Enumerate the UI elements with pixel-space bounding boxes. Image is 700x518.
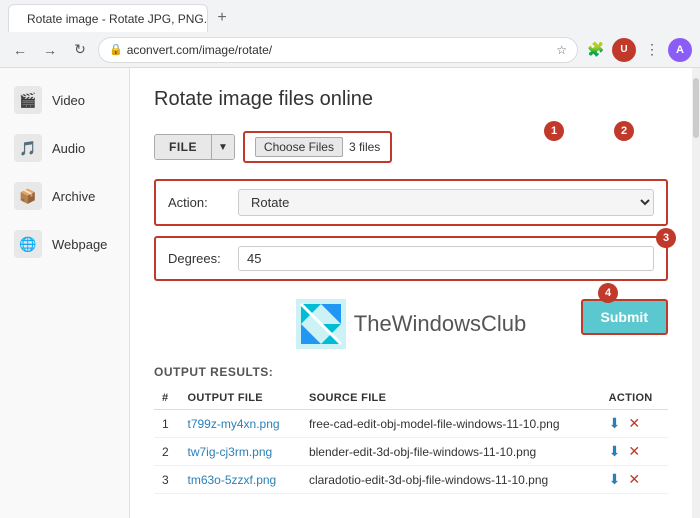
- sidebar-item-webpage[interactable]: 🌐 Webpage: [0, 220, 129, 268]
- download-icon[interactable]: ⬇: [609, 443, 621, 460]
- row-actions: ⬇ ✕: [601, 466, 668, 494]
- col-source: SOURCE FILE: [301, 387, 601, 410]
- badge-1: 1: [544, 121, 564, 141]
- sidebar-item-audio[interactable]: 🎵 Audio: [0, 124, 129, 172]
- scrollbar[interactable]: [692, 68, 700, 518]
- main-layout: 🎬 Video 🎵 Audio 📦 Archive 🌐 Webpage Rota…: [0, 68, 700, 518]
- row-source-file: claradotio-edit-3d-obj-file-windows-11-1…: [301, 466, 601, 494]
- row-actions: ⬇ ✕: [601, 410, 668, 438]
- table-header-row: # OUTPUT FILE SOURCE FILE ACTION: [154, 387, 668, 410]
- download-icon[interactable]: ⬇: [609, 471, 621, 488]
- active-tab[interactable]: Rotate image - Rotate JPG, PNG... ✕: [8, 4, 208, 32]
- output-file-link[interactable]: tw7ig-cj3rm.png: [188, 445, 273, 459]
- files-count: 3 files: [349, 140, 380, 154]
- back-button[interactable]: ←: [8, 38, 32, 62]
- output-file-link[interactable]: tm63o-5zzxf.png: [188, 473, 277, 487]
- sidebar-item-video[interactable]: 🎬 Video: [0, 76, 129, 124]
- audio-icon: 🎵: [14, 134, 42, 162]
- url-text: aconvert.com/image/rotate/: [127, 43, 553, 57]
- sidebar: 🎬 Video 🎵 Audio 📦 Archive 🌐 Webpage: [0, 68, 130, 518]
- delete-icon[interactable]: ✕: [628, 443, 640, 460]
- sidebar-item-archive[interactable]: 📦 Archive: [0, 172, 129, 220]
- star-icon: ☆: [556, 43, 567, 57]
- choose-files-button[interactable]: Choose Files: [255, 137, 343, 157]
- sidebar-item-audio-label: Audio: [52, 141, 85, 156]
- new-tab-button[interactable]: +: [208, 4, 236, 32]
- output-section: OUTPUT RESULTS: # OUTPUT FILE SOURCE FIL…: [154, 365, 668, 494]
- refresh-button[interactable]: ↻: [68, 38, 92, 62]
- watermark-text: TheWindowsClub: [354, 311, 526, 337]
- action-label: Action:: [168, 195, 238, 210]
- row-actions: ⬇ ✕: [601, 438, 668, 466]
- action-row: Action: Rotate: [154, 179, 668, 226]
- settings-icon[interactable]: ⋮: [640, 38, 664, 62]
- delete-icon[interactable]: ✕: [628, 471, 640, 488]
- action-icons: ⬇ ✕: [609, 471, 660, 488]
- file-btn-main[interactable]: FILE: [155, 135, 211, 159]
- table-row: 2 tw7ig-cj3rm.png blender-edit-3d-obj-fi…: [154, 438, 668, 466]
- file-btn-arrow[interactable]: ▼: [211, 135, 234, 159]
- watermark-area: TheWindowsClub Submit 4: [154, 291, 668, 365]
- row-source-file: blender-edit-3d-obj-file-windows-11-10.p…: [301, 438, 601, 466]
- scrollbar-thumb: [693, 78, 699, 138]
- download-icon[interactable]: ⬇: [609, 415, 621, 432]
- table-row: 1 t799z-my4xn.png free-cad-edit-obj-mode…: [154, 410, 668, 438]
- degrees-label: Degrees:: [168, 251, 238, 266]
- ublock-icon[interactable]: U: [612, 38, 636, 62]
- action-icons: ⬇ ✕: [609, 443, 660, 460]
- row-num: 1: [154, 410, 180, 438]
- file-btn-group: FILE ▼: [154, 134, 235, 160]
- archive-icon: 📦: [14, 182, 42, 210]
- output-file-link[interactable]: t799z-my4xn.png: [188, 417, 280, 431]
- row-output-file[interactable]: tm63o-5zzxf.png: [180, 466, 301, 494]
- degrees-input[interactable]: [238, 246, 654, 271]
- table-row: 3 tm63o-5zzxf.png claradotio-edit-3d-obj…: [154, 466, 668, 494]
- url-box[interactable]: 🔒 aconvert.com/image/rotate/ ☆: [98, 37, 578, 63]
- badge-4: 4: [598, 283, 618, 303]
- row-source-file: free-cad-edit-obj-model-file-windows-11-…: [301, 410, 601, 438]
- degrees-row: Degrees: 3: [154, 236, 668, 281]
- sidebar-item-archive-label: Archive: [52, 189, 95, 204]
- profile-icon[interactable]: A: [668, 38, 692, 62]
- col-action: ACTION: [601, 387, 668, 410]
- address-bar: ← → ↻ 🔒 aconvert.com/image/rotate/ ☆ 🧩 U…: [0, 32, 700, 68]
- delete-icon[interactable]: ✕: [628, 415, 640, 432]
- row-num: 2: [154, 438, 180, 466]
- row-output-file[interactable]: tw7ig-cj3rm.png: [180, 438, 301, 466]
- col-output: OUTPUT FILE: [180, 387, 301, 410]
- col-num: #: [154, 387, 180, 410]
- submit-button[interactable]: Submit: [581, 299, 668, 335]
- content-area: Rotate image files online FILE ▼ Choose …: [130, 68, 692, 518]
- extensions-icon[interactable]: 🧩: [584, 38, 608, 62]
- watermark-logo: [296, 299, 346, 349]
- toolbar-icons: 🧩 U ⋮ A: [584, 38, 692, 62]
- video-icon: 🎬: [14, 86, 42, 114]
- sidebar-item-webpage-label: Webpage: [52, 237, 107, 252]
- action-select[interactable]: Rotate: [238, 189, 654, 216]
- sidebar-item-video-label: Video: [52, 93, 85, 108]
- tab-title: Rotate image - Rotate JPG, PNG...: [27, 12, 208, 26]
- file-row: FILE ▼ Choose Files 3 files 1 2: [154, 131, 668, 163]
- choose-files-box: Choose Files 3 files: [243, 131, 392, 163]
- lock-icon: 🔒: [109, 43, 123, 56]
- row-output-file[interactable]: t799z-my4xn.png: [180, 410, 301, 438]
- results-table: # OUTPUT FILE SOURCE FILE ACTION 1 t799z…: [154, 387, 668, 494]
- tab-bar: Rotate image - Rotate JPG, PNG... ✕ +: [0, 0, 700, 32]
- badge-2: 2: [614, 121, 634, 141]
- output-label: OUTPUT RESULTS:: [154, 365, 668, 379]
- badge-3: 3: [656, 228, 676, 248]
- row-num: 3: [154, 466, 180, 494]
- page-title: Rotate image files online: [154, 88, 668, 111]
- webpage-icon: 🌐: [14, 230, 42, 258]
- action-icons: ⬇ ✕: [609, 415, 660, 432]
- forward-button[interactable]: →: [38, 38, 62, 62]
